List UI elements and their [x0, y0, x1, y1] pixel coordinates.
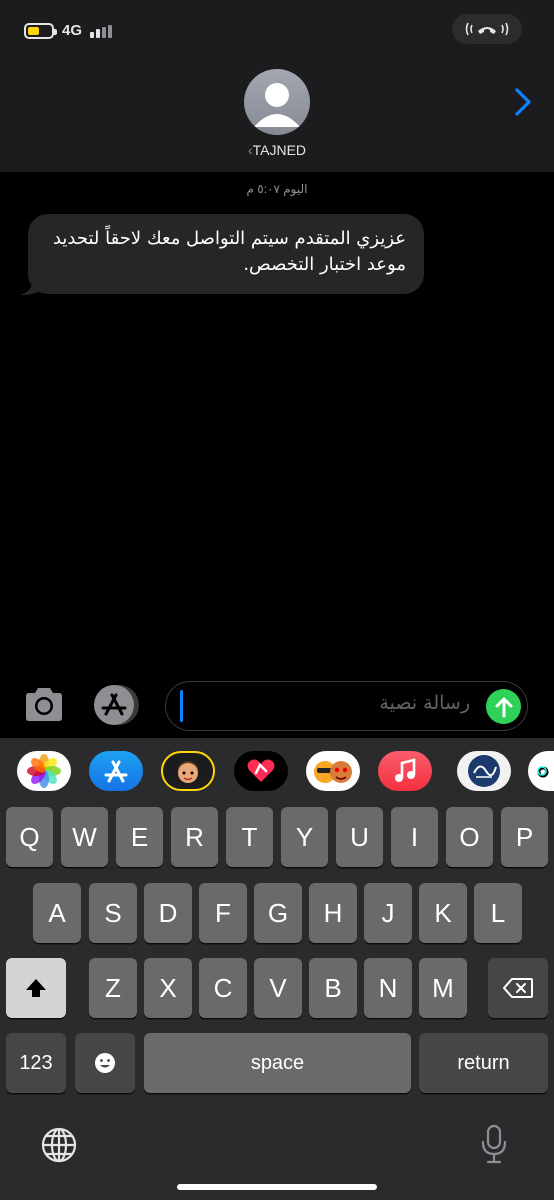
key-v[interactable]: V — [254, 958, 302, 1018]
key-h[interactable]: H — [309, 883, 357, 943]
key-m[interactable]: M — [419, 958, 467, 1018]
app-store-button-icon[interactable] — [92, 683, 142, 727]
key-a[interactable]: A — [33, 883, 81, 943]
key-p[interactable]: P — [501, 807, 548, 867]
key-r[interactable]: R — [171, 807, 218, 867]
key-j[interactable]: J — [364, 883, 412, 943]
key-o[interactable]: O — [446, 807, 493, 867]
key-d[interactable]: D — [144, 883, 192, 943]
photos-icon[interactable] — [17, 751, 71, 791]
app-store-icon[interactable] — [89, 751, 143, 791]
key-k[interactable]: K — [419, 883, 467, 943]
delete-key[interactable] — [488, 958, 548, 1018]
key-x[interactable]: X — [144, 958, 192, 1018]
globe-icon[interactable] — [40, 1126, 78, 1164]
send-button[interactable] — [486, 689, 521, 724]
memoji-icon[interactable] — [161, 751, 215, 791]
key-c[interactable]: C — [199, 958, 247, 1018]
text-cursor — [180, 690, 183, 722]
key-q[interactable]: Q — [6, 807, 53, 867]
key-f[interactable]: F — [199, 883, 247, 943]
backspace-icon — [503, 978, 533, 998]
home-indicator — [177, 1184, 377, 1190]
camera-icon[interactable] — [22, 686, 66, 724]
battery-icon — [24, 22, 57, 39]
key-z[interactable]: Z — [89, 958, 137, 1018]
signal-icon — [90, 24, 113, 38]
memoji-stickers-icon[interactable] — [306, 751, 360, 791]
key-l[interactable]: L — [474, 883, 522, 943]
key-s[interactable]: S — [89, 883, 137, 943]
key-i[interactable]: I — [391, 807, 438, 867]
sticker-app-icon[interactable] — [457, 751, 511, 791]
shift-icon — [26, 979, 46, 997]
battery-level — [28, 26, 39, 35]
key-u[interactable]: U — [336, 807, 383, 867]
key-b[interactable]: B — [309, 958, 357, 1018]
numbers-key[interactable]: 123 — [6, 1033, 66, 1093]
person-icon — [254, 83, 300, 127]
active-call-pill[interactable] — [452, 14, 522, 44]
key-g[interactable]: G — [254, 883, 302, 943]
key-y[interactable]: Y — [281, 807, 328, 867]
message-input-placeholder: رسالة نصية — [379, 692, 470, 714]
key-w[interactable]: W — [61, 807, 108, 867]
key-t[interactable]: T — [226, 807, 273, 867]
emoji-key[interactable] — [75, 1033, 135, 1093]
arrow-up-icon — [495, 697, 512, 717]
contact-name: TAJNED — [252, 142, 307, 158]
space-key[interactable]: space — [144, 1033, 411, 1093]
chevron-right-icon[interactable] — [510, 86, 536, 118]
digital-touch-icon[interactable] — [234, 751, 288, 791]
shift-key[interactable] — [6, 958, 66, 1018]
phone-hangup-icon — [465, 22, 509, 36]
status-bar: 4G — [24, 22, 113, 39]
key-e[interactable]: E — [116, 807, 163, 867]
network-type: 4G — [62, 22, 83, 39]
return-key[interactable]: return — [419, 1033, 548, 1093]
contact-avatar[interactable] — [244, 69, 310, 135]
music-icon[interactable] — [378, 751, 432, 791]
contact-name-row[interactable]: ‹TAJNED — [0, 142, 554, 158]
microphone-icon[interactable] — [480, 1124, 508, 1166]
key-n[interactable]: N — [364, 958, 412, 1018]
message-timestamp: اليوم ٥:٠٧ م — [246, 182, 308, 196]
incoming-message-bubble[interactable]: عزيزي المتقدم سيتم التواصل معك لاحقاً لت… — [28, 214, 424, 294]
emoji-icon — [95, 1053, 115, 1073]
